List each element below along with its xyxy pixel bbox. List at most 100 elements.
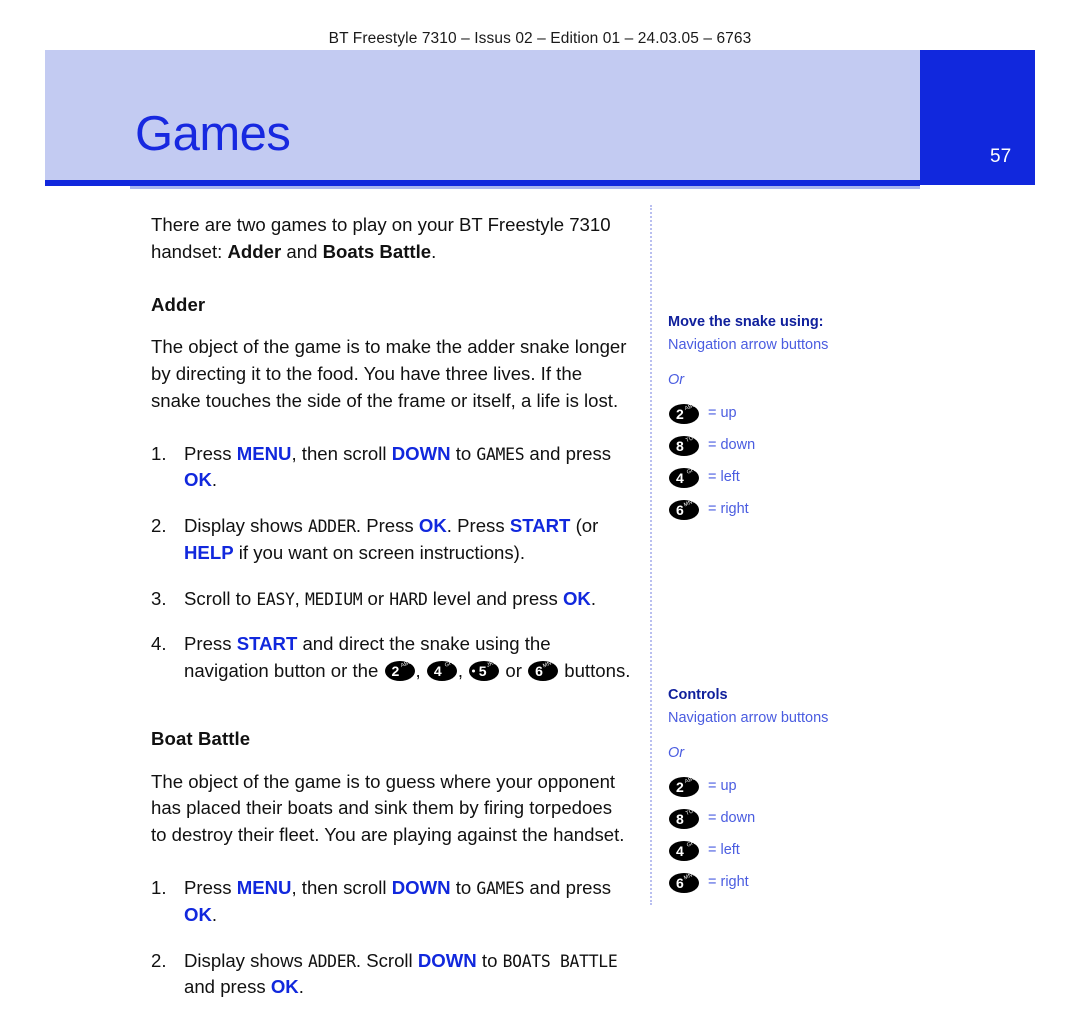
display-text-adder: ADDER	[308, 517, 356, 537]
phone-key-8-icon: 8 TUV	[669, 433, 699, 456]
phone-key-2-icon: 2 ABC	[669, 774, 699, 797]
page-number-block: 57	[920, 50, 1035, 185]
step-text: buttons.	[559, 660, 631, 682]
key-label-down: DOWN	[417, 949, 477, 971]
list-item: 6 MNO = right	[668, 870, 928, 893]
sidebar-heading: Move the snake using:	[668, 314, 824, 330]
display-text-medium: MEDIUM	[304, 589, 363, 609]
sidebar-block-controls: Controls Navigation arrow buttons Or 2 AB…	[668, 686, 928, 905]
key-mapping-label: = up	[708, 777, 737, 794]
step-number: 1.	[151, 877, 167, 899]
key-label-ok: OK	[562, 587, 591, 609]
step-text: Display shows	[184, 949, 309, 971]
step-text: . Scroll	[355, 949, 418, 971]
phone-key-digit: 6	[676, 874, 684, 891]
sidebar-heading: Controls	[668, 687, 728, 703]
phone-key-8-icon: 8 TUV	[669, 807, 699, 829]
phone-key-4-icon: 4 GHI	[426, 660, 457, 682]
step-text: Scroll to	[184, 587, 257, 609]
step-text: and press	[524, 442, 612, 464]
step-text: Display shows	[184, 515, 309, 537]
step-text: Press	[184, 633, 237, 655]
phone-key-letters: ABC	[399, 659, 413, 670]
step-number: 2.	[151, 949, 167, 971]
list-item: 6 MNO = right	[668, 497, 928, 520]
step-text: .	[211, 903, 218, 925]
key-mapping-label: = right	[708, 873, 749, 890]
key-mapping-label: = up	[708, 404, 737, 421]
phone-key-digit: 4	[433, 663, 442, 680]
step-number: 1.	[151, 442, 167, 464]
phone-key-digit: 6	[676, 501, 684, 518]
step-text: .	[298, 976, 304, 998]
step-text: Press	[184, 877, 237, 899]
key-mapping-label: = left	[708, 468, 740, 485]
key-label-help: HELP	[184, 541, 234, 563]
phone-key-letters: JKL	[486, 659, 498, 669]
sidebar-block-move-the-snake: Move the snake using: Navigation arrow b…	[668, 313, 928, 532]
step-text: ,	[457, 660, 469, 682]
phone-key-4-icon: 4 GHI	[669, 839, 699, 861]
display-text-games: GAMES	[476, 879, 525, 899]
list-item: 2. Display shows ADDER. Scroll DOWN to BO…	[151, 948, 631, 1002]
phone-key-digit: 4	[676, 469, 684, 486]
section-heading-adder: Adder	[151, 293, 206, 315]
list-item: 8 TUV = down	[668, 807, 928, 829]
adder-steps-list: 1. Press MENU, then scroll DOWN to GAMES …	[151, 441, 631, 685]
intro-bold-boats-battle: Boats Battle	[322, 240, 432, 262]
phone-key-6-icon: 6 MNO	[669, 497, 699, 520]
boat-battle-description: The object of the game is to guess where…	[151, 770, 625, 846]
intro-bold-adder: Adder	[227, 240, 282, 262]
step-number: 4.	[151, 633, 167, 655]
section-heading-boat-battle: Boat Battle	[151, 727, 251, 749]
phone-key-digit: 4	[676, 842, 684, 859]
step-text: and press	[524, 877, 612, 899]
key-label-start: START	[509, 515, 571, 537]
step-number: 3.	[151, 587, 167, 609]
list-item: 1. Press MENU, then scroll DOWN to GAMES …	[151, 875, 631, 929]
step-text: ,	[415, 660, 426, 682]
step-text: level and press	[427, 587, 563, 609]
step-text: .	[590, 587, 597, 609]
step-number: 2.	[151, 515, 167, 537]
step-text: Press	[184, 442, 237, 464]
display-text-boats-battle: BOATS BATTLE	[502, 951, 618, 971]
key-label-ok: OK	[270, 976, 299, 998]
list-item: 1. Press MENU, then scroll DOWN to GAMES …	[151, 441, 631, 495]
phone-key-letters: MNO	[541, 658, 557, 670]
list-item: 4. Press START and direct the snake using…	[151, 631, 631, 685]
list-item: 2 ABC = up	[668, 401, 928, 424]
step-text: to	[476, 949, 503, 971]
display-text-hard: HARD	[389, 589, 428, 609]
list-item: 2 ABC = up	[668, 774, 928, 797]
phone-key-digit: 2	[391, 663, 400, 680]
step-text: to	[450, 442, 477, 464]
key-label-down: DOWN	[391, 442, 451, 464]
phone-key-digit: 6	[535, 663, 543, 680]
running-header: BT Freestyle 7310 – Issus 02 – Edition 0…	[328, 30, 752, 47]
phone-key-letters: ABC	[684, 774, 698, 785]
boat-battle-steps-list: 1. Press MENU, then scroll DOWN to GAMES …	[151, 875, 631, 1001]
key-mapping-label: = down	[708, 809, 756, 826]
key-mapping-label: = right	[708, 500, 749, 517]
key-label-menu: MENU	[236, 877, 292, 899]
list-item: 4 GHI = left	[668, 839, 928, 861]
phone-key-2-icon: 2 ABC	[384, 659, 415, 682]
step-text: (or	[570, 515, 599, 537]
key-label-ok: OK	[184, 469, 212, 491]
intro-paragraph: There are two games to play on your BT F…	[151, 212, 631, 266]
phone-key-digit: 2	[676, 778, 684, 795]
list-item: 3. Scroll to EASY, MEDIUM or HARD level a…	[151, 586, 631, 613]
list-item: 2. Display shows ADDER. Press OK. Press S…	[151, 513, 631, 567]
page-number: 57	[990, 146, 1012, 167]
phone-key-letters: ABC	[684, 401, 698, 412]
display-text-easy: EASY	[256, 589, 295, 609]
phone-key-2-icon: 2 ABC	[669, 401, 699, 424]
key-mapping-label: = left	[708, 841, 740, 858]
step-text: . Press	[446, 515, 510, 537]
phone-key-letters: TUV	[684, 433, 698, 444]
step-text: , then scroll	[291, 442, 392, 464]
phone-key-dot	[471, 669, 475, 673]
intro-text-3: .	[431, 240, 437, 262]
sidebar-subtitle: Navigation arrow buttons	[668, 336, 829, 353]
